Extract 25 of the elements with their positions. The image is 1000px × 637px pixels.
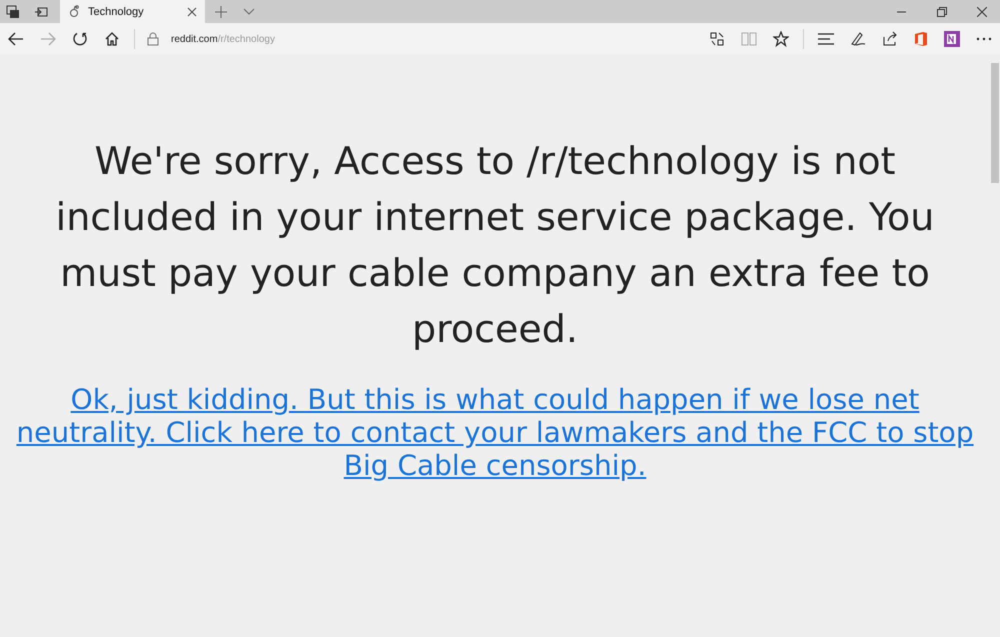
restore-icon[interactable] xyxy=(937,6,947,16)
url-text: reddit.com/r/technology xyxy=(171,34,275,44)
tab-aside-icon[interactable] xyxy=(34,4,48,18)
home-icon[interactable] xyxy=(104,31,120,47)
back-arrow-icon[interactable] xyxy=(8,32,24,46)
chevron-down-icon[interactable] xyxy=(243,8,255,16)
translate-icon[interactable] xyxy=(709,31,725,47)
close-icon[interactable] xyxy=(187,6,197,16)
pen-icon[interactable] xyxy=(850,31,866,47)
tabs-icon[interactable] xyxy=(6,4,20,18)
tab-title: Technology xyxy=(88,6,145,18)
star-icon[interactable] xyxy=(773,31,789,47)
close-icon[interactable] xyxy=(977,6,987,16)
heading: We're sorry, Access to /r/technology is not included in your internet service package. You must pay your cable company an extra fee to proceed. xyxy=(54,138,936,353)
lock-icon xyxy=(147,32,159,46)
browser-tab[interactable]: Technology xyxy=(60,0,205,23)
address-field[interactable]: reddit.com/r/technology xyxy=(141,27,281,51)
contact-link[interactable]: Ok, just kidding. But this is what could happen if we lose net neutrality. Click here to contact your lawmakers and the FCC to stop Big Cable censorship. xyxy=(15,383,975,482)
refresh-icon[interactable] xyxy=(72,31,88,47)
more-icon[interactable] xyxy=(976,37,992,41)
new-tab-icon[interactable] xyxy=(215,6,227,18)
notebook-icon[interactable] xyxy=(944,31,960,47)
share-icon[interactable] xyxy=(882,31,898,47)
office-icon[interactable] xyxy=(914,31,928,47)
hub-icon[interactable] xyxy=(818,33,834,45)
